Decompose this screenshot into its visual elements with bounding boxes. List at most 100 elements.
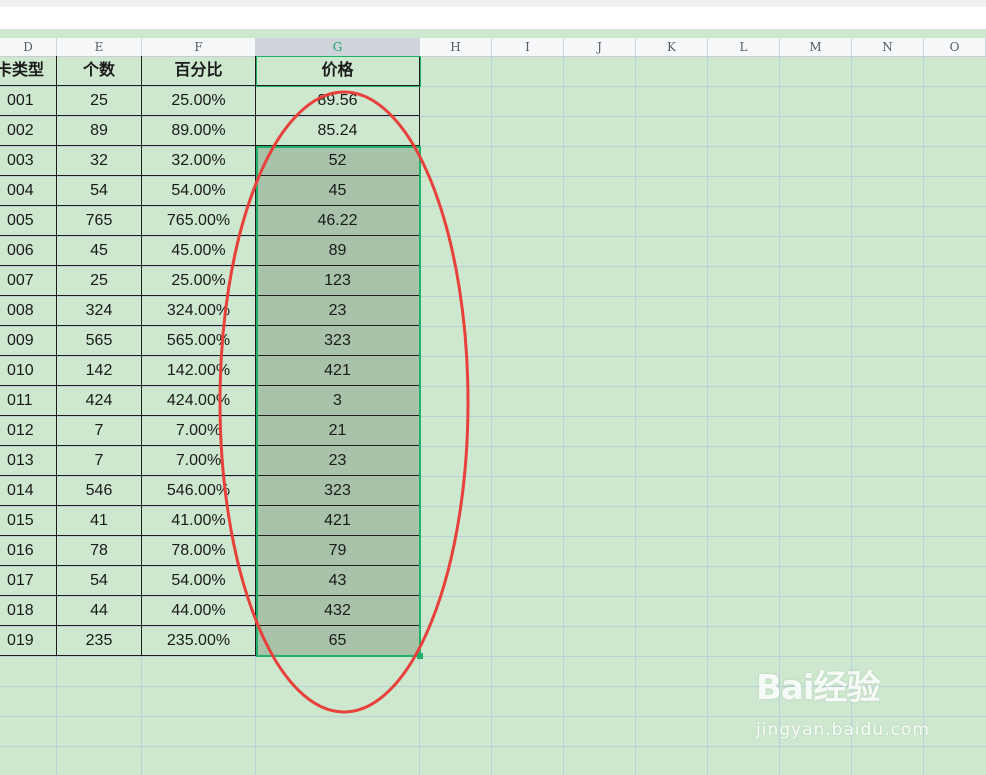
header-price-cell[interactable]: 价格: [256, 56, 420, 86]
card-type-cell[interactable]: 006: [0, 236, 57, 266]
percent-cell[interactable]: 78.00%: [142, 536, 256, 566]
column-header-m[interactable]: M: [780, 38, 852, 56]
price-cell[interactable]: 23: [256, 446, 420, 476]
price-cell[interactable]: 46.22: [256, 206, 420, 236]
percent-cell[interactable]: 89.00%: [142, 116, 256, 146]
percent-cell[interactable]: 54.00%: [142, 176, 256, 206]
card-type-cell[interactable]: 017: [0, 566, 57, 596]
grid-row-line: [0, 656, 986, 657]
percent-cell[interactable]: 25.00%: [142, 266, 256, 296]
card-type-cell[interactable]: 011: [0, 386, 57, 416]
card-type-cell[interactable]: 018: [0, 596, 57, 626]
price-cell[interactable]: 89.56: [256, 86, 420, 116]
count-cell[interactable]: 44: [57, 596, 142, 626]
column-header-g[interactable]: G: [256, 38, 420, 56]
price-cell[interactable]: 323: [256, 476, 420, 506]
count-cell[interactable]: 7: [57, 416, 142, 446]
percent-cell[interactable]: 41.00%: [142, 506, 256, 536]
column-header-n[interactable]: N: [852, 38, 924, 56]
price-cell[interactable]: 421: [256, 506, 420, 536]
count-cell[interactable]: 54: [57, 176, 142, 206]
formula-bar[interactable]: [0, 0, 986, 30]
count-cell[interactable]: 424: [57, 386, 142, 416]
percent-cell[interactable]: 45.00%: [142, 236, 256, 266]
percent-cell[interactable]: 765.00%: [142, 206, 256, 236]
percent-cell[interactable]: 324.00%: [142, 296, 256, 326]
price-cell[interactable]: 65: [256, 626, 420, 656]
price-cell[interactable]: 23: [256, 296, 420, 326]
watermark-logo: Bai经验: [756, 668, 881, 708]
spreadsheet-window: DEFGHIJKLMNO 卡类型 个数 百分比 价格 001 25 25.00% 89.56 0…: [0, 0, 986, 775]
price-cell[interactable]: 432: [256, 596, 420, 626]
count-cell[interactable]: 546: [57, 476, 142, 506]
price-cell[interactable]: 3: [256, 386, 420, 416]
card-type-cell[interactable]: 005: [0, 206, 57, 236]
percent-cell[interactable]: 424.00%: [142, 386, 256, 416]
count-cell[interactable]: 25: [57, 266, 142, 296]
percent-cell[interactable]: 546.00%: [142, 476, 256, 506]
card-type-cell[interactable]: 019: [0, 626, 57, 656]
count-cell[interactable]: 54: [57, 566, 142, 596]
fill-handle[interactable]: [417, 653, 423, 659]
count-cell[interactable]: 324: [57, 296, 142, 326]
count-cell[interactable]: 765: [57, 206, 142, 236]
price-cell[interactable]: 43: [256, 566, 420, 596]
percent-cell[interactable]: 142.00%: [142, 356, 256, 386]
count-cell[interactable]: 45: [57, 236, 142, 266]
price-cell[interactable]: 21: [256, 416, 420, 446]
card-type-cell[interactable]: 008: [0, 296, 57, 326]
percent-cell[interactable]: 25.00%: [142, 86, 256, 116]
header-percent-cell[interactable]: 百分比: [142, 56, 256, 86]
header-count-cell[interactable]: 个数: [57, 56, 142, 86]
price-cell[interactable]: 421: [256, 356, 420, 386]
column-header-h[interactable]: H: [420, 38, 492, 56]
count-cell[interactable]: 235: [57, 626, 142, 656]
column-header-i[interactable]: I: [492, 38, 564, 56]
card-type-cell[interactable]: 012: [0, 416, 57, 446]
percent-cell[interactable]: 7.00%: [142, 446, 256, 476]
card-type-cell[interactable]: 016: [0, 536, 57, 566]
card-type-cell[interactable]: 013: [0, 446, 57, 476]
price-cell[interactable]: 45: [256, 176, 420, 206]
count-cell[interactable]: 7: [57, 446, 142, 476]
percent-cell[interactable]: 44.00%: [142, 596, 256, 626]
column-header-d[interactable]: D: [0, 38, 57, 56]
percent-cell[interactable]: 235.00%: [142, 626, 256, 656]
header-card-type-cell[interactable]: 卡类型: [0, 56, 57, 86]
percent-cell[interactable]: 32.00%: [142, 146, 256, 176]
column-header-j[interactable]: J: [564, 38, 636, 56]
column-header-f[interactable]: F: [142, 38, 256, 56]
column-header-o[interactable]: O: [924, 38, 986, 56]
count-cell[interactable]: 41: [57, 506, 142, 536]
column-header-l[interactable]: L: [708, 38, 780, 56]
percent-cell[interactable]: 565.00%: [142, 326, 256, 356]
count-cell[interactable]: 78: [57, 536, 142, 566]
price-cell[interactable]: 52: [256, 146, 420, 176]
count-cell[interactable]: 25: [57, 86, 142, 116]
card-type-cell[interactable]: 007: [0, 266, 57, 296]
column-header-e[interactable]: E: [57, 38, 142, 56]
column-header-row: DEFGHIJKLMNO: [0, 38, 986, 57]
card-type-cell[interactable]: 003: [0, 146, 57, 176]
price-cell[interactable]: 89: [256, 236, 420, 266]
count-cell[interactable]: 32: [57, 146, 142, 176]
card-type-cell[interactable]: 004: [0, 176, 57, 206]
column-header-k[interactable]: K: [636, 38, 708, 56]
card-type-cell[interactable]: 001: [0, 86, 57, 116]
card-type-cell[interactable]: 002: [0, 116, 57, 146]
count-cell[interactable]: 89: [57, 116, 142, 146]
percent-cell[interactable]: 7.00%: [142, 416, 256, 446]
card-type-cell[interactable]: 015: [0, 506, 57, 536]
count-cell[interactable]: 565: [57, 326, 142, 356]
price-cell[interactable]: 323: [256, 326, 420, 356]
grid-row-line: [0, 746, 986, 747]
card-type-cell[interactable]: 014: [0, 476, 57, 506]
baidu-jingyan-watermark: Bai经验 jingyan.baidu.com: [756, 668, 946, 740]
price-cell[interactable]: 79: [256, 536, 420, 566]
price-cell[interactable]: 85.24: [256, 116, 420, 146]
percent-cell[interactable]: 54.00%: [142, 566, 256, 596]
price-cell[interactable]: 123: [256, 266, 420, 296]
card-type-cell[interactable]: 009: [0, 326, 57, 356]
count-cell[interactable]: 142: [57, 356, 142, 386]
card-type-cell[interactable]: 010: [0, 356, 57, 386]
